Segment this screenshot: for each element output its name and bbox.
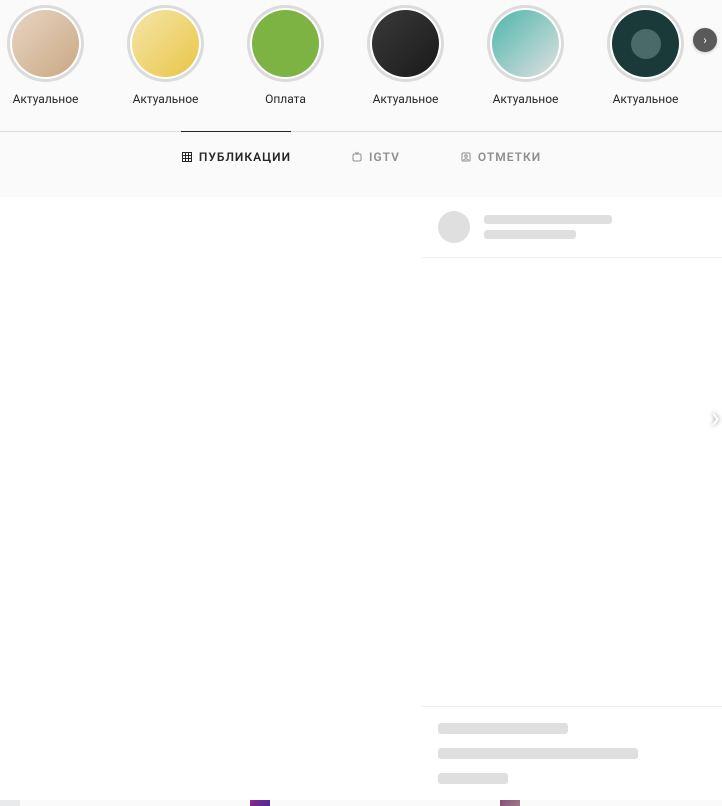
highlight-item[interactable]: Актуальное [128,5,203,106]
profile-tabs: ПУБЛИКАЦИИ IGTV ОТМЕТКИ [0,131,722,182]
highlight-ring [127,5,204,82]
post-modal-comments [422,258,722,706]
highlight-label: Актуальное [493,92,559,106]
post-modal-footer [422,706,722,800]
tab-tagged[interactable]: ОТМЕТКИ [460,131,541,182]
avatar-placeholder[interactable] [438,211,470,243]
highlight-thumbnail [492,10,559,77]
tab-posts[interactable]: ПУБЛИКАЦИИ [181,131,291,182]
highlight-ring [607,5,684,82]
highlight-item[interactable]: Актуальное [608,5,683,106]
highlight-item[interactable]: Оплата [248,5,323,106]
highlight-thumbnail [132,10,199,77]
highlight-inner [250,8,321,79]
tab-igtv[interactable]: IGTV [351,131,400,182]
highlights-next-button[interactable]: › [693,28,717,52]
highlight-item[interactable]: Актуальное [368,5,443,106]
skeleton-line [438,748,638,759]
highlight-label: Актуальное [373,92,439,106]
highlight-inner [10,8,81,79]
username-skeleton [484,215,612,239]
tab-label: IGTV [369,150,400,164]
skeleton-line [438,773,508,784]
highlights-scroll: Актуальное Актуальное Оплата [0,5,683,106]
highlight-item[interactable]: Актуальное [8,5,83,106]
highlight-thumbnail [252,10,319,77]
highlight-label: Оплата [265,92,306,106]
skeleton-line [438,723,568,734]
post-modal-sidebar [422,197,722,800]
skeleton-line [484,230,576,239]
highlight-item[interactable]: Актуальное [488,5,563,106]
highlight-ring [487,5,564,82]
highlight-inner [610,8,681,79]
post-modal [0,197,722,800]
tagged-icon [460,151,472,163]
grid-icon [181,151,193,163]
chevron-right-icon: › [703,33,707,47]
highlight-label: Актуальное [133,92,199,106]
modal-next-button[interactable]: › [711,400,720,435]
highlight-label: Актуальное [13,92,79,106]
highlights-row: Актуальное Актуальное Оплата [0,0,722,131]
highlight-ring [247,5,324,82]
highlight-inner [490,8,561,79]
highlight-thumbnail [372,10,439,77]
highlight-ring [367,5,444,82]
highlight-thumbnail [612,10,679,77]
highlight-label: Актуальное [613,92,679,106]
tab-label: ОТМЕТКИ [478,150,541,164]
chevron-right-icon: › [711,400,720,435]
igtv-icon [351,151,363,163]
highlight-thumbnail [12,10,79,77]
skeleton-line [484,215,612,224]
highlight-ring [7,5,84,82]
post-modal-header [422,197,722,258]
highlight-inner [370,8,441,79]
highlight-inner [130,8,201,79]
tab-label: ПУБЛИКАЦИИ [199,150,291,164]
post-modal-media[interactable] [0,197,422,800]
